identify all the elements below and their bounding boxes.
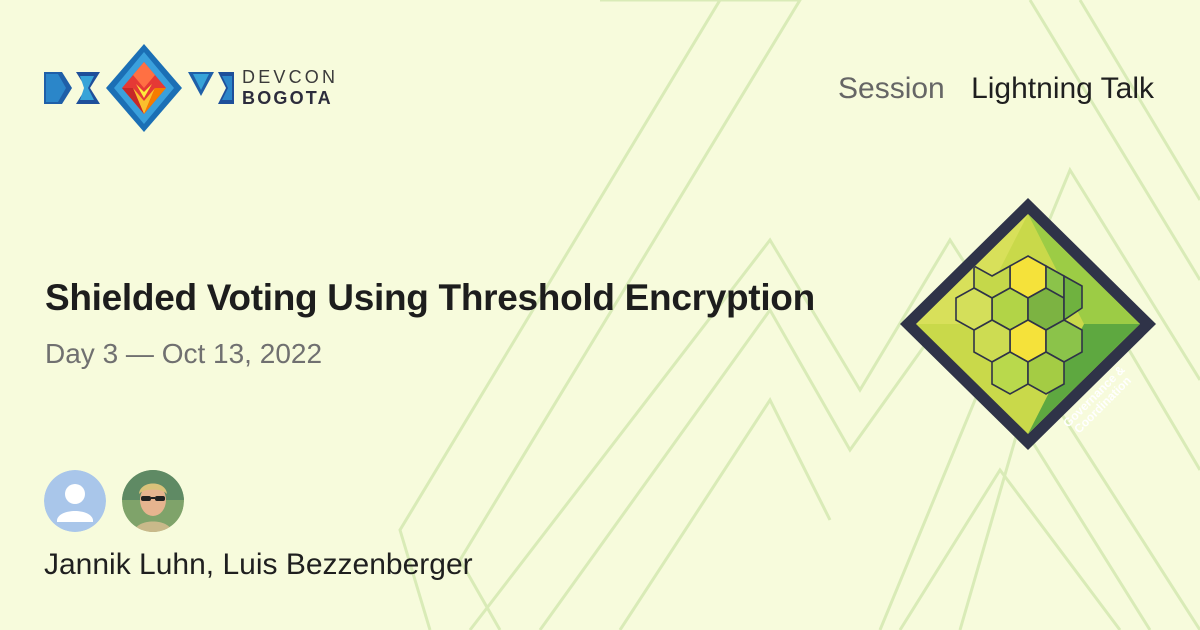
governance-track-badge-icon: Governance & Coordination — [900, 198, 1156, 450]
talk-date: Day 3 — Oct 13, 2022 — [45, 338, 323, 369]
devcon-bogota-logo[interactable]: DEVCON BOGOTA — [44, 44, 335, 132]
talk-title: Shielded Voting Using Threshold Encrypti… — [45, 277, 815, 318]
logo-line-bogota: BOGOTA — [242, 88, 333, 108]
logo-wordmark: DEVCON BOGOTA — [242, 68, 338, 107]
session-kind-label: Lightning Talk — [971, 72, 1154, 105]
speaker-avatars — [44, 470, 184, 532]
logo-line-devcon: DEVCON — [242, 67, 339, 87]
session-type-header: Session Lightning Talk — [838, 72, 1154, 106]
devcon-logo-icon — [44, 44, 234, 132]
speaker-names: Jannik Luhn, Luis Bezzenberger — [44, 548, 473, 581]
default-user-avatar-icon[interactable] — [44, 470, 106, 532]
session-type-label: Session — [838, 72, 945, 105]
speaker-photo-avatar[interactable] — [122, 470, 184, 532]
